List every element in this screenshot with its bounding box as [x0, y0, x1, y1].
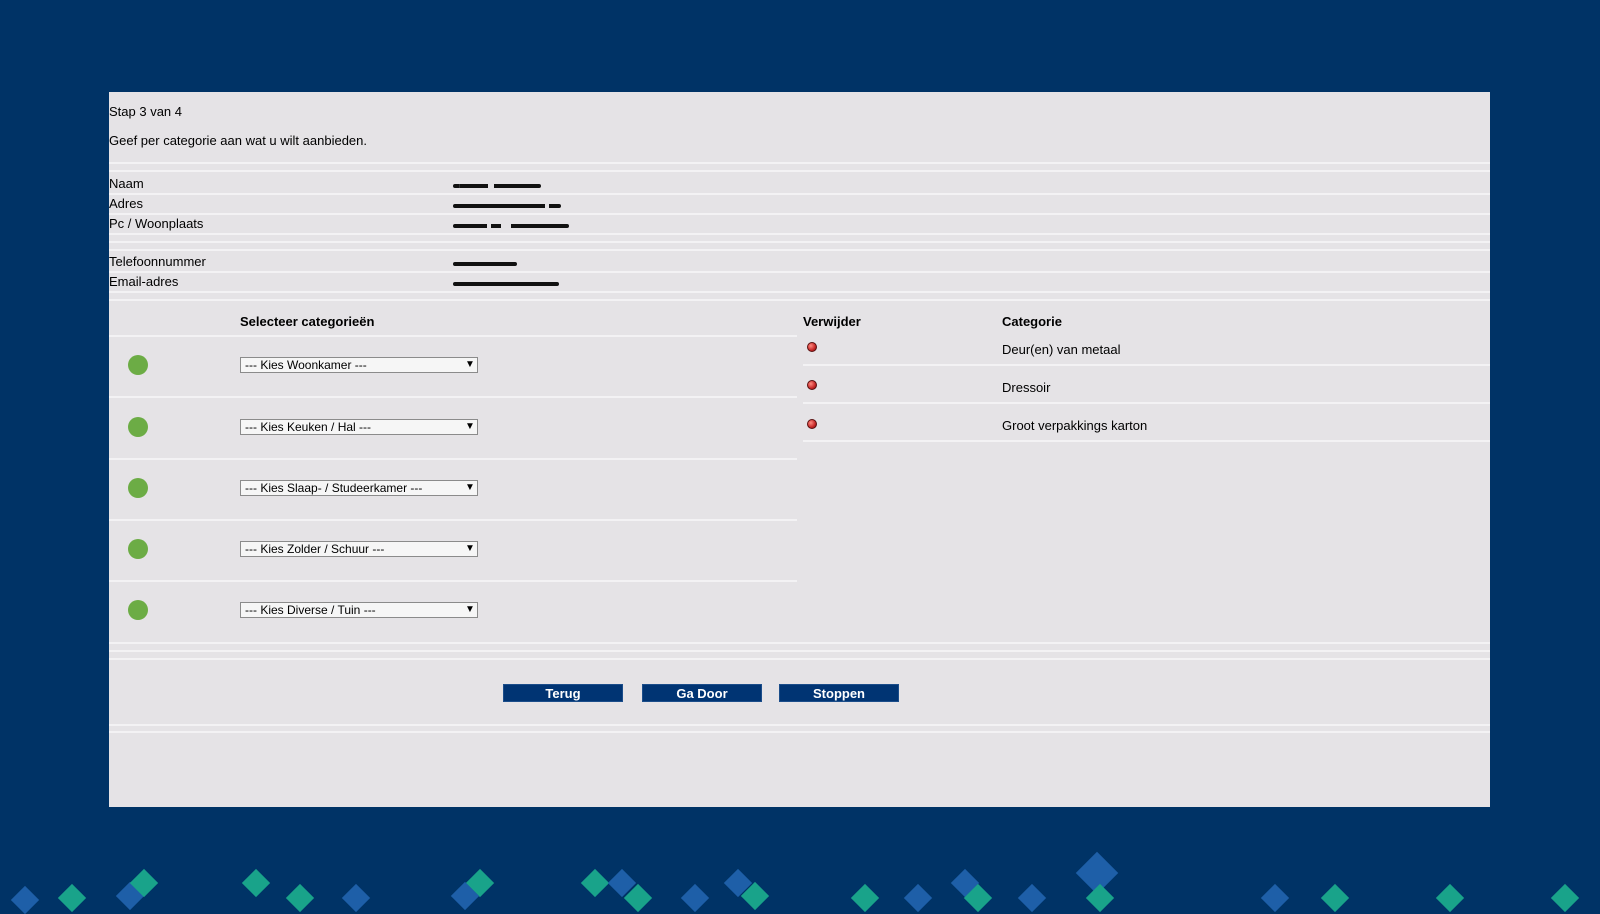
woonkamer-select[interactable]: --- Kies Woonkamer --- ▼ — [240, 357, 478, 373]
redacted-postcode — [453, 224, 569, 228]
chevron-down-icon: ▼ — [465, 359, 475, 370]
remove-item-icon[interactable] — [807, 380, 817, 390]
divider — [109, 241, 1490, 243]
divider — [109, 193, 1490, 195]
divider — [109, 291, 1490, 293]
chevron-down-icon: ▼ — [465, 482, 475, 493]
divider — [109, 162, 1490, 164]
slaapkamer-select[interactable]: --- Kies Slaap- / Studeerkamer --- ▼ — [240, 480, 478, 496]
chevron-down-icon: ▼ — [465, 604, 475, 615]
redacted-phone — [453, 262, 517, 266]
zolder-select[interactable]: --- Kies Zolder / Schuur --- ▼ — [240, 541, 478, 557]
chevron-down-icon: ▼ — [465, 543, 475, 554]
add-keuken-icon[interactable] — [128, 417, 148, 437]
remove-item-icon[interactable] — [807, 419, 817, 429]
redacted-address — [453, 204, 561, 208]
categories-header: Selecteer categorieën — [240, 314, 375, 329]
divider — [109, 458, 797, 460]
chevron-down-icon: ▼ — [465, 421, 475, 432]
divider — [803, 364, 1490, 366]
form-panel: Stap 3 van 4 Geef per categorie aan wat … — [109, 92, 1490, 807]
divider — [803, 402, 1490, 404]
divider — [109, 650, 1490, 652]
divider — [109, 299, 1490, 301]
name-label: Naam — [109, 176, 144, 191]
divider — [109, 580, 797, 582]
back-button[interactable]: Terug — [503, 684, 623, 702]
step-indicator: Stap 3 van 4 — [109, 104, 182, 119]
continue-button[interactable]: Ga Door — [642, 684, 762, 702]
divider — [109, 731, 1490, 733]
selected-category-item: Dressoir — [1002, 380, 1051, 395]
add-diverse-icon[interactable] — [128, 600, 148, 620]
keuken-select[interactable]: --- Kies Keuken / Hal --- ▼ — [240, 419, 478, 435]
divider — [109, 658, 1490, 660]
divider — [109, 170, 1490, 172]
divider — [109, 396, 797, 398]
phone-label: Telefoonnummer — [109, 254, 206, 269]
divider — [109, 233, 1490, 235]
divider — [803, 440, 1490, 442]
diverse-select[interactable]: --- Kies Diverse / Tuin --- ▼ — [240, 602, 478, 618]
address-label: Adres — [109, 196, 143, 211]
divider — [109, 642, 1490, 644]
redacted-name — [453, 184, 541, 188]
divider — [109, 335, 797, 337]
add-woonkamer-icon[interactable] — [128, 355, 148, 375]
divider — [109, 724, 1490, 726]
instruction-text: Geef per categorie aan wat u wilt aanbie… — [109, 133, 368, 148]
add-zolder-icon[interactable] — [128, 539, 148, 559]
email-label: Email-adres — [109, 274, 179, 289]
remove-header: Verwijder — [803, 314, 861, 329]
selected-category-item: Deur(en) van metaal — [1002, 342, 1121, 357]
postcode-label: Pc / Woonplaats — [109, 216, 204, 231]
divider — [109, 519, 797, 521]
redacted-email — [453, 282, 559, 286]
remove-item-icon[interactable] — [807, 342, 817, 352]
divider — [109, 213, 1490, 215]
stop-button[interactable]: Stoppen — [779, 684, 899, 702]
category-header: Categorie — [1002, 314, 1062, 329]
divider — [109, 271, 1490, 273]
add-slaapkamer-icon[interactable] — [128, 478, 148, 498]
divider — [109, 249, 1490, 251]
selected-category-item: Groot verpakkings karton — [1002, 418, 1148, 433]
